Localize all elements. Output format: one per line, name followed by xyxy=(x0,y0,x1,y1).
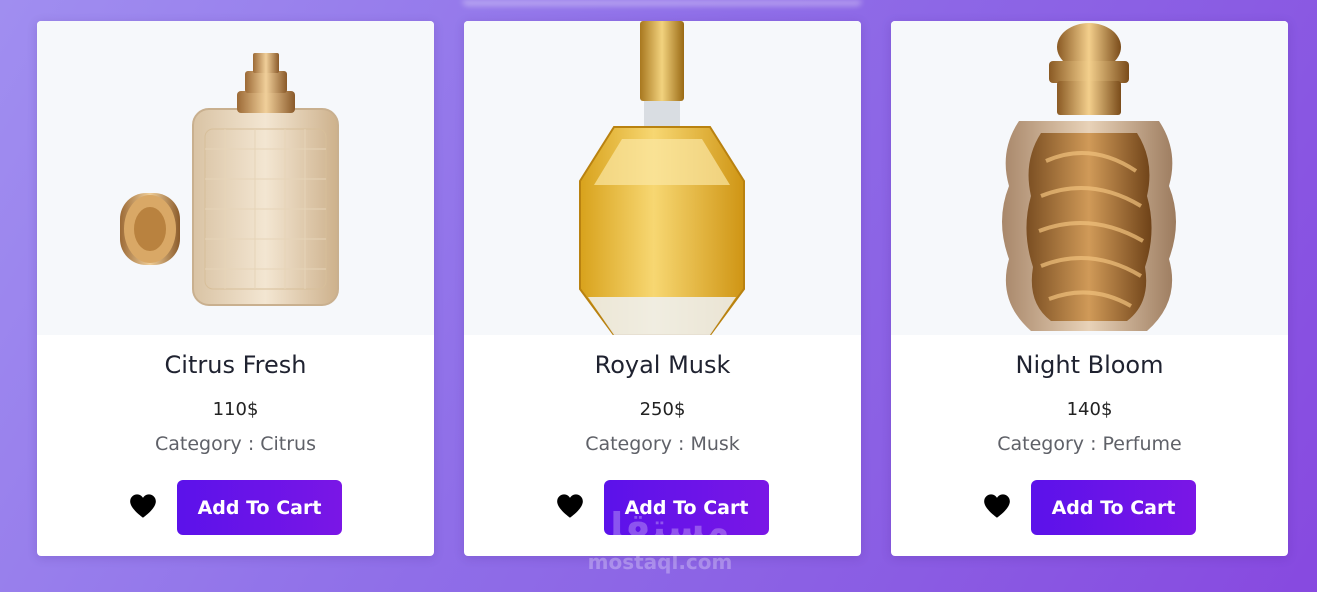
product-price: 110$ xyxy=(212,399,259,420)
add-to-cart-button[interactable]: Add To Cart xyxy=(1031,480,1196,535)
product-image[interactable] xyxy=(464,21,861,335)
product-card-night-bloom: Night Bloom 140$ Category : Perfume Add … xyxy=(891,21,1288,556)
product-category: Category : Musk xyxy=(585,433,740,455)
perfume-bottle-glass-icon xyxy=(120,53,339,306)
product-card-citrus-fresh: Citrus Fresh 110$ Category : Citrus Add … xyxy=(37,21,434,556)
product-name: Royal Musk xyxy=(594,351,731,379)
product-price: 140$ xyxy=(1066,399,1113,420)
top-highlight xyxy=(462,0,862,6)
product-category: Category : Perfume xyxy=(997,433,1182,455)
product-name: Citrus Fresh xyxy=(164,351,307,379)
heart-icon[interactable] xyxy=(983,493,1011,519)
product-category: Category : Citrus xyxy=(154,433,317,455)
product-card-royal-musk: Royal Musk 250$ Category : Musk Add To C… xyxy=(464,21,861,556)
add-to-cart-button[interactable]: Add To Cart xyxy=(177,480,342,535)
product-image[interactable] xyxy=(891,21,1288,335)
heart-icon[interactable] xyxy=(556,493,584,519)
product-name: Night Bloom xyxy=(1015,351,1164,379)
perfume-bottle-bronze-icon xyxy=(1002,23,1176,331)
add-to-cart-button[interactable]: Add To Cart xyxy=(604,480,769,535)
heart-icon[interactable] xyxy=(129,493,157,519)
perfume-bottle-amber-icon xyxy=(579,21,745,335)
product-image[interactable] xyxy=(37,21,434,335)
product-price: 250$ xyxy=(639,399,686,420)
